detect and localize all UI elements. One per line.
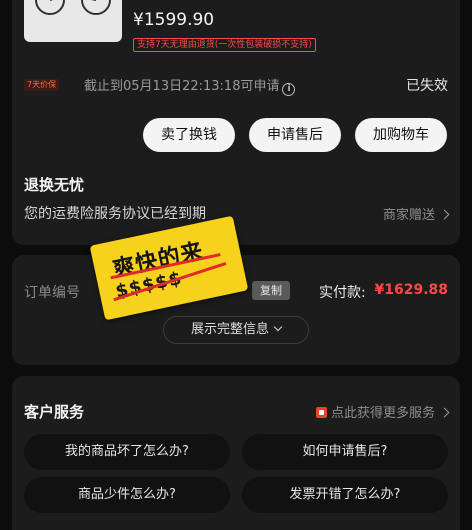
product-price: ¥1599.90	[133, 10, 215, 30]
service-icon	[315, 407, 327, 418]
customer-service-card: 客户服务 点此获得更多服务 我的商品坏了怎么办? 如何申请售后? 商品少件怎么办…	[12, 376, 460, 530]
customer-service-title: 客户服务	[24, 403, 85, 421]
after-sale-button[interactable]: 申请售后	[249, 118, 341, 152]
price-protection-deadline: 截止到05月13日22:13:18可申请 i	[84, 75, 296, 96]
expand-info-button[interactable]: 展示完整信息	[163, 316, 309, 344]
faq-item[interactable]: 我的商品坏了怎么办?	[24, 434, 230, 470]
chevron-right-icon	[439, 209, 450, 220]
more-services-label: 点此获得更多服务	[330, 406, 435, 421]
info-icon[interactable]: i	[282, 83, 296, 96]
faq-item[interactable]: 商品少件怎么办?	[24, 477, 230, 513]
chevron-right-icon	[439, 407, 450, 418]
expand-info-label: 展示完整信息	[190, 322, 269, 337]
return-policy-tag: 支持7天无理由退货(一次性包装破损不支持)	[133, 38, 316, 52]
bicycle-image	[35, 0, 111, 15]
faq-item[interactable]: 发票开错了怎么办?	[242, 477, 448, 513]
faq-item[interactable]: 如何申请售后?	[242, 434, 448, 470]
price-protection-status: 已失效	[406, 78, 448, 94]
sell-button[interactable]: 卖了换钱	[143, 118, 235, 152]
add-to-cart-button[interactable]: 加购物车	[355, 118, 447, 152]
paid-label: 实付款:	[319, 285, 366, 301]
merchant-gift-link[interactable]: 商家赠送	[382, 204, 450, 223]
merchant-gift-label: 商家赠送	[382, 208, 435, 223]
return-section-desc: 您的运费险服务协议已经到期	[24, 206, 206, 222]
deadline-text: 截止到05月13日22:13:18可申请	[84, 79, 280, 94]
paid-amount: ¥1629.88	[374, 282, 448, 298]
chevron-down-icon	[273, 322, 283, 332]
order-number-label: 订单编号	[24, 285, 80, 301]
more-services-link[interactable]: 点此获得更多服务	[315, 402, 450, 421]
return-section-title: 退换无忧	[24, 176, 85, 194]
price-protection-badge: 7天价保	[24, 79, 60, 91]
product-card: ¥1599.90 支持7天无理由退货(一次性包装破损不支持) 7天价保 截止到0…	[12, 0, 460, 245]
copy-button[interactable]: 复制	[252, 281, 290, 300]
product-thumbnail[interactable]	[24, 0, 122, 42]
